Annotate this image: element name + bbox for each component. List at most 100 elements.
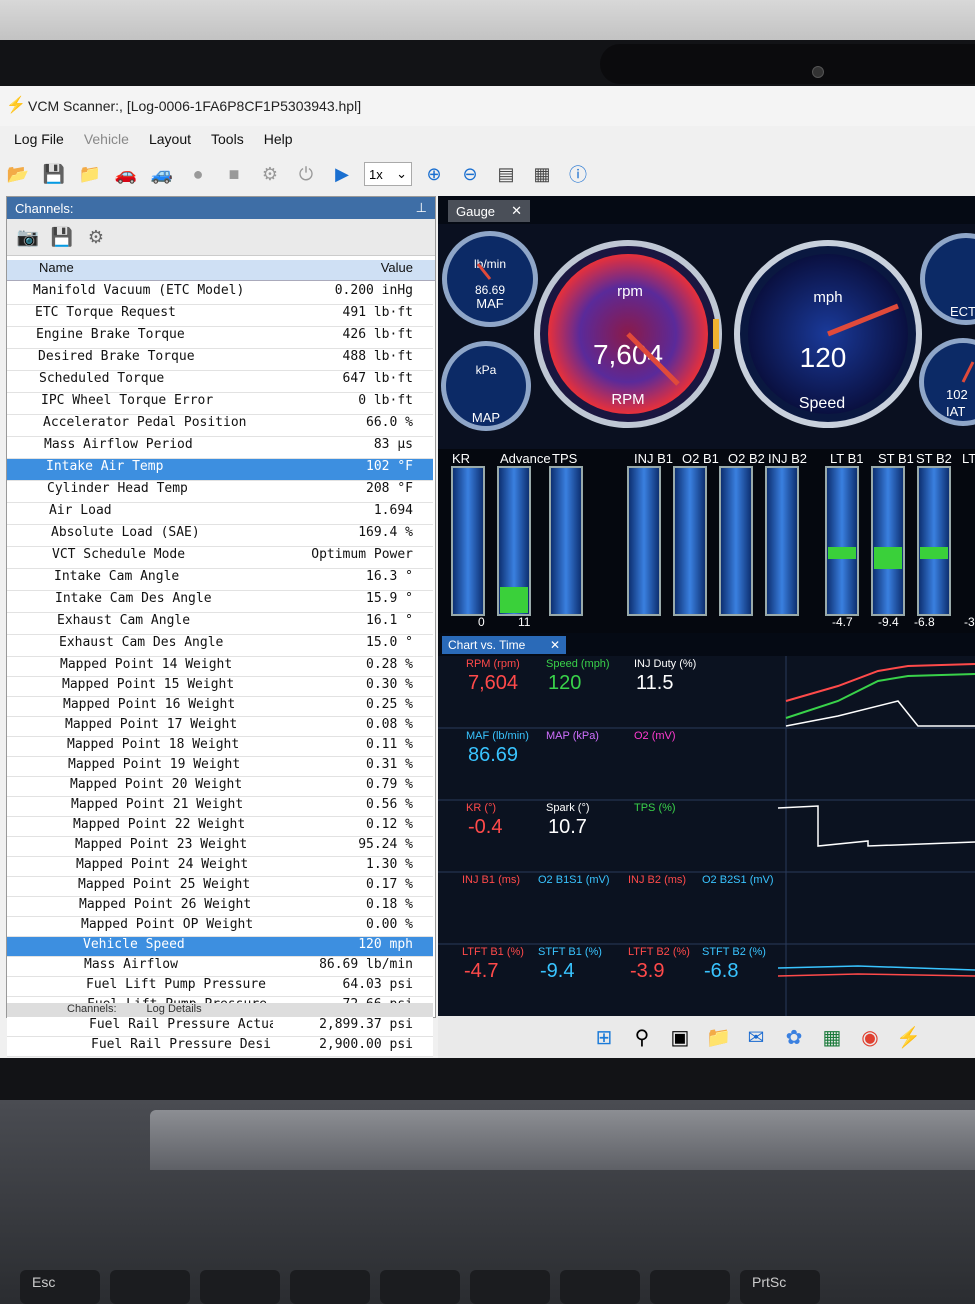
kr-bottom-value: 0 — [478, 615, 485, 629]
gauge-area: lb/min MAF 86.69 kPa MAP rpm 7,604 RPM m… — [438, 224, 975, 449]
tab-chart-vs-time[interactable]: Chart vs. Time ✕ — [442, 636, 566, 654]
open-folder-icon[interactable]: 📂 — [4, 160, 32, 188]
channel-row[interactable]: Fuel Lift Pump Pressure ... 64.03 psi — [7, 977, 433, 997]
key-display[interactable] — [650, 1270, 730, 1304]
channel-row[interactable]: Mapped Point 26 Weight 0.18 % — [7, 897, 433, 917]
channels-toolbar: 📷 💾 ⚙ — [7, 219, 435, 256]
ect-gauge: ECT — [920, 233, 975, 325]
rpm-gauge: rpm 7,604 RPM — [534, 240, 722, 428]
channel-row[interactable]: Mapped Point 25 Weight 0.17 % — [7, 877, 433, 897]
channel-row[interactable]: VCT Schedule Mode Optimum Power — [7, 547, 433, 569]
channel-row[interactable]: Air Load 1.694 — [7, 503, 433, 525]
channel-row[interactable]: Intake Air Temp 102 °F — [7, 459, 433, 481]
outlook-icon[interactable]: ✉ — [744, 1025, 768, 1050]
col-name[interactable]: Name — [7, 260, 273, 280]
save-icon[interactable]: 💾 — [40, 160, 68, 188]
channel-row[interactable]: Mapped Point 19 Weight 0.31 % — [7, 757, 433, 777]
settings-icon[interactable]: ⚙ — [83, 224, 109, 250]
channel-row[interactable]: Fuel Rail Pressure Actual 2,899.37 psi — [7, 1017, 433, 1037]
channel-row[interactable]: Mapped Point 16 Weight 0.25 % — [7, 697, 433, 717]
play-icon[interactable]: ▶ — [328, 160, 356, 188]
channel-row[interactable]: Mapped Point 14 Weight 0.28 % — [7, 657, 433, 677]
export-icon[interactable]: 📁 — [76, 160, 104, 188]
key-esc[interactable]: Esc — [20, 1270, 100, 1304]
key-mute[interactable] — [110, 1270, 190, 1304]
webcam-lens — [812, 66, 824, 78]
channel-row[interactable]: Fuel Rail Pressure Desired 2,900.00 psi — [7, 1037, 433, 1057]
task-view-icon[interactable]: ▣ — [668, 1025, 692, 1050]
key-volume-down[interactable] — [200, 1270, 280, 1304]
table-icon[interactable]: ▦ — [528, 160, 556, 188]
file-explorer-icon[interactable]: 📁 — [706, 1025, 731, 1050]
excel-icon[interactable]: ▦ — [820, 1025, 844, 1050]
channel-row[interactable]: Mass Airflow Period 83 μs — [7, 437, 433, 459]
power-icon[interactable]: ⏻ — [292, 160, 320, 188]
menu-layout[interactable]: Layout — [149, 131, 191, 147]
vehicle-connect-icon[interactable]: 🚙 — [148, 160, 176, 188]
channel-row[interactable]: Intake Cam Angle 16.3 ° — [7, 569, 433, 591]
channel-row[interactable]: ETC Torque Request 491 lb·ft — [7, 305, 433, 327]
channel-row[interactable]: Mapped Point 22 Weight 0.12 % — [7, 817, 433, 837]
close-icon[interactable]: ✕ — [511, 203, 522, 219]
channel-row[interactable]: Cylinder Head Temp 208 °F — [7, 481, 433, 503]
menu-vehicle[interactable]: Vehicle — [84, 131, 129, 147]
channel-row[interactable]: Exhaust Cam Angle 16.1 ° — [7, 613, 433, 635]
channel-row[interactable]: Manifold Vacuum (ETC Model) 0.200 inHg — [7, 283, 433, 305]
search-icon[interactable]: ⚲ — [630, 1025, 654, 1050]
menu-tools[interactable]: Tools — [211, 131, 244, 147]
menu-log-file[interactable]: Log File — [14, 131, 64, 147]
channel-row[interactable]: Mapped Point 23 Weight 95.24 % — [7, 837, 433, 857]
key-brightness-down[interactable] — [470, 1270, 550, 1304]
vcm-scanner-icon[interactable]: ⚡ — [896, 1025, 921, 1050]
save-icon[interactable]: 💾 — [49, 224, 75, 250]
menu-help[interactable]: Help — [264, 131, 293, 147]
channel-row[interactable]: IPC Wheel Torque Error 0 lb·ft — [7, 393, 433, 415]
channel-row[interactable]: Mapped Point 24 Weight 1.30 % — [7, 857, 433, 877]
speed-label: Speed — [799, 395, 845, 412]
channel-row[interactable]: Mapped Point 17 Weight 0.08 % — [7, 717, 433, 737]
col-value[interactable]: Value — [273, 260, 435, 280]
tab-channels[interactable]: Channels: — [67, 1003, 117, 1017]
key-brightness-up[interactable] — [560, 1270, 640, 1304]
chrome-icon[interactable]: ◉ — [858, 1025, 882, 1050]
pin-icon[interactable]: ⊥ — [416, 200, 427, 216]
ect-label: ECT — [950, 304, 975, 319]
channel-row[interactable]: Absolute Load (SAE) 169.4 % — [7, 525, 433, 547]
channel-value: 86.69 lb/min — [319, 957, 413, 972]
channel-row[interactable]: Exhaust Cam Des Angle 15.0 ° — [7, 635, 433, 657]
channel-row[interactable]: Intake Cam Des Angle 15.9 ° — [7, 591, 433, 613]
st-b1-bottom-value: -9.4 — [878, 615, 899, 629]
key-prtsc[interactable]: PrtSc — [740, 1270, 820, 1304]
channel-row[interactable]: Mass Airflow 86.69 lb/min — [7, 957, 433, 977]
channel-row[interactable]: Scheduled Torque 647 lb·ft — [7, 371, 433, 393]
key-mic[interactable] — [380, 1270, 460, 1304]
maf-label: MAF — [476, 296, 504, 311]
stop-icon[interactable]: ■ — [220, 160, 248, 188]
channel-row[interactable]: Mapped Point 20 Weight 0.79 % — [7, 777, 433, 797]
copilot-icon[interactable]: ✿ — [782, 1025, 806, 1050]
key-volume-up[interactable] — [290, 1270, 370, 1304]
close-icon[interactable]: ✕ — [550, 638, 560, 652]
record-icon[interactable]: ● — [184, 160, 212, 188]
tab-gauge[interactable]: Gauge ✕ — [448, 200, 530, 222]
zoom-in-icon[interactable]: ⊕ — [420, 160, 448, 188]
channel-row[interactable]: Mapped Point OP Weight 0.00 % — [7, 917, 433, 937]
zoom-out-icon[interactable]: ⊖ — [456, 160, 484, 188]
channel-row[interactable]: Vehicle Speed 120 mph — [7, 937, 433, 957]
windows-start-icon[interactable]: ⊞ — [592, 1025, 616, 1050]
channel-row[interactable]: Accelerator Pedal Position 66.0 % — [7, 415, 433, 437]
channel-row[interactable]: Mapped Point 21 Weight 0.56 % — [7, 797, 433, 817]
channel-row[interactable]: Desired Brake Torque 488 lb·ft — [7, 349, 433, 371]
playback-speed-select[interactable]: 1x ⌄ — [364, 162, 412, 186]
channel-row[interactable]: Mapped Point 18 Weight 0.11 % — [7, 737, 433, 757]
speed-unit: mph — [813, 289, 842, 306]
info-icon[interactable]: ⓘ — [564, 160, 592, 188]
vehicle-icon[interactable]: 🚗 — [112, 160, 140, 188]
engine-icon[interactable]: ⚙ — [256, 160, 284, 188]
layout-icon[interactable]: ▤ — [492, 160, 520, 188]
tab-log-details[interactable]: Log Details — [147, 1003, 202, 1017]
channel-row[interactable]: Mapped Point 15 Weight 0.30 % — [7, 677, 433, 697]
camera-icon[interactable]: 📷 — [15, 224, 41, 250]
channel-name: Mapped Point 14 Weight — [60, 657, 233, 672]
channel-row[interactable]: Engine Brake Torque 426 lb·ft — [7, 327, 433, 349]
